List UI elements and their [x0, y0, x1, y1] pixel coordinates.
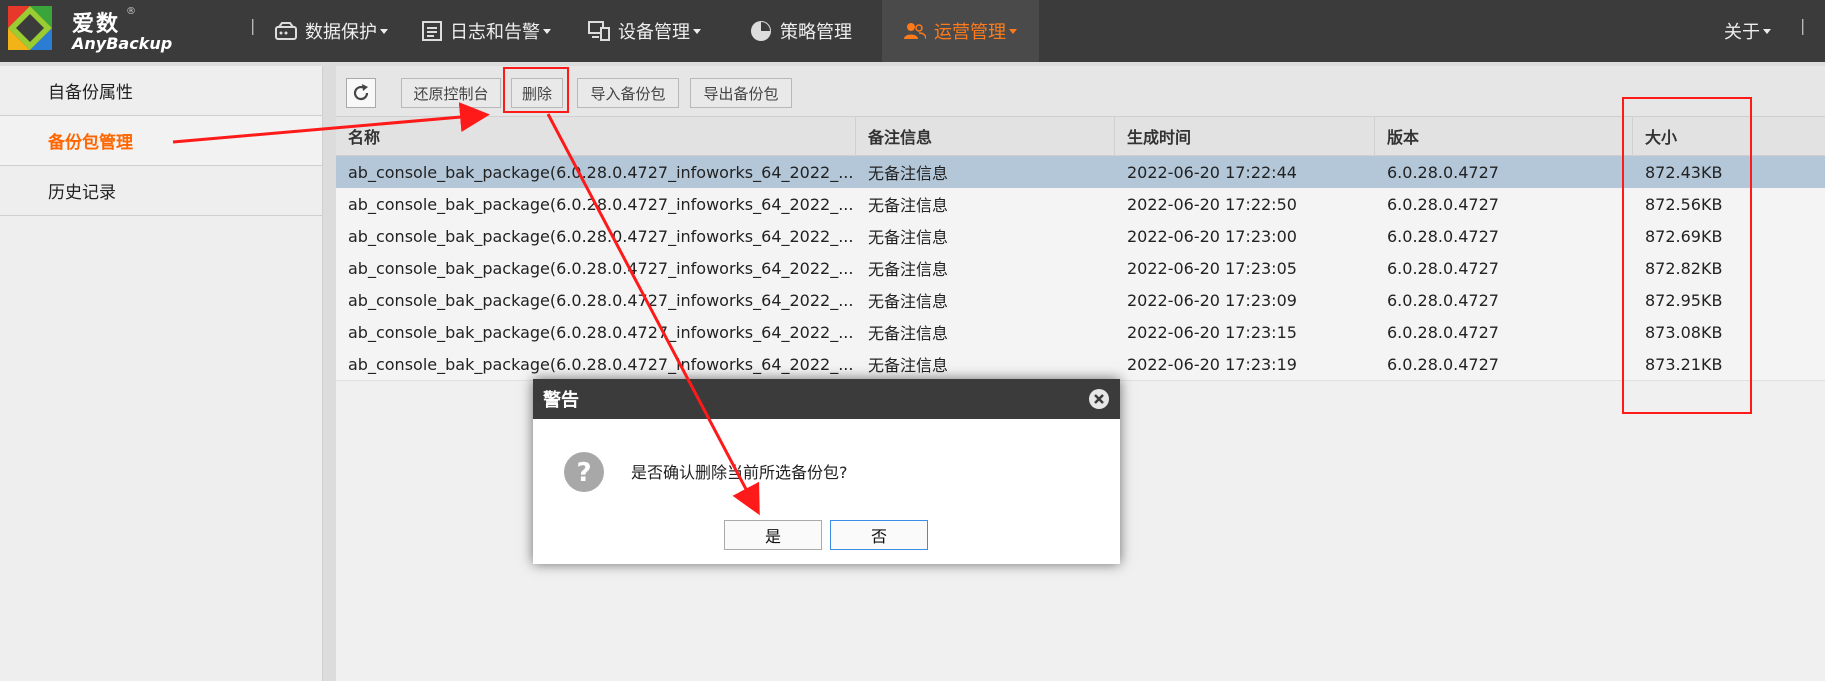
annotation-arrows	[172, 102, 760, 516]
annotation-arrow-sidebar-to-delete	[172, 102, 490, 144]
annotation-arrow-delete-to-confirm	[546, 113, 760, 516]
